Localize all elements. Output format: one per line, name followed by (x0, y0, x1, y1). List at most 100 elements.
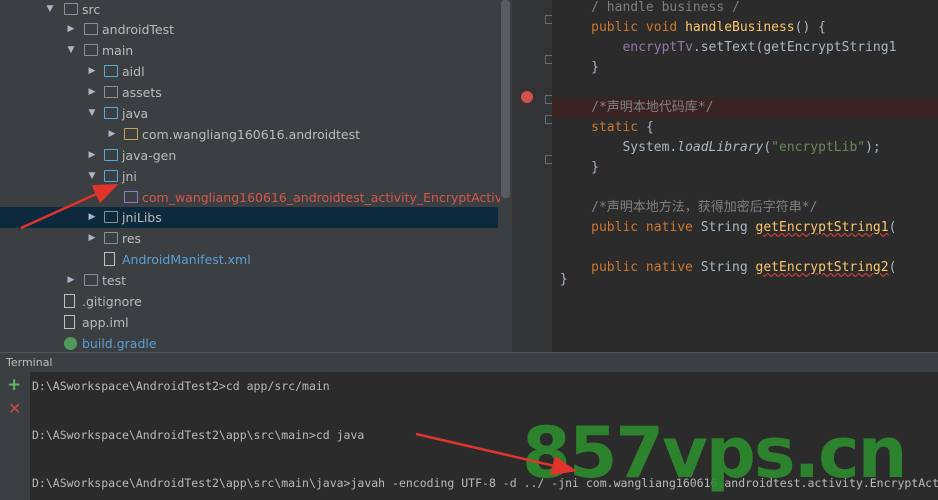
tree-item-label: app.iml (82, 315, 129, 330)
terminal-line: D:\ASworkspace\AndroidTest2\app\src\main… (32, 428, 365, 442)
tree-item[interactable]: ▶ androidTest (0, 19, 498, 40)
tree-item[interactable]: ▶ test (0, 270, 498, 291)
tree-item-label: aidl (122, 64, 145, 79)
code-line[interactable] (552, 178, 938, 198)
package-icon (124, 128, 138, 140)
code-token: } (591, 60, 599, 75)
code-line[interactable]: } (552, 58, 938, 78)
editor-gutter[interactable] (512, 0, 552, 352)
folder-icon (104, 149, 118, 161)
tree-item[interactable]: ▶ com.wangliang160616.androidtest (0, 124, 498, 145)
tree-item[interactable]: build.gradle (0, 333, 498, 352)
tree-item-label: java-gen (122, 148, 177, 163)
watermark: 857vps.cn (522, 412, 907, 494)
code-token: ); (865, 140, 881, 155)
folder-icon (104, 170, 118, 182)
code-token: static (591, 120, 646, 135)
close-session-icon[interactable]: ✕ (8, 401, 21, 417)
code-editor[interactable]: / handle business / public void handleBu… (552, 0, 938, 352)
collapse-arrow-icon[interactable]: ▶ (87, 207, 97, 228)
expand-arrow-icon[interactable]: ▼ (66, 40, 76, 61)
code-token: / handle business / (591, 0, 740, 15)
code-line[interactable]: encryptTv.setText(getEncryptString1 (552, 38, 938, 58)
code-line[interactable]: } (552, 158, 938, 178)
collapse-arrow-icon[interactable]: ▶ (87, 228, 97, 249)
new-session-icon[interactable]: + (7, 377, 21, 394)
code-token: loadLibrary (677, 140, 764, 155)
breakpoint-icon[interactable] (521, 91, 533, 103)
tree-item[interactable]: ▶ aidl (0, 61, 498, 82)
code-token: "encryptLib" (771, 140, 866, 155)
code-token: public native (591, 220, 701, 235)
collapse-arrow-icon[interactable]: ▶ (66, 19, 76, 40)
code-line[interactable]: /*声明本地代码库*/ (552, 98, 938, 118)
folder-icon (84, 44, 98, 56)
folder-icon (104, 107, 118, 119)
terminal-header: Terminal (0, 352, 938, 373)
folder-icon (84, 274, 98, 286)
code-token: public void (591, 20, 686, 35)
code-token: .setText(getEncryptString1 (692, 40, 897, 55)
tree-item-label: main (102, 43, 134, 58)
code-token: /*声明本地代码库*/ (591, 100, 714, 115)
code-line[interactable]: /*声明本地方法，获得加密后字符串*/ (552, 198, 938, 218)
expand-arrow-icon[interactable]: ▼ (45, 0, 55, 20)
folder-icon (64, 3, 78, 15)
collapse-arrow-icon[interactable]: ▶ (87, 61, 97, 82)
folder-icon (104, 211, 118, 223)
tree-item-label: jni (122, 169, 137, 184)
code-token: ( (763, 140, 772, 155)
code-line[interactable] (552, 78, 938, 98)
expand-arrow-icon[interactable]: ▼ (87, 166, 97, 187)
file-icon (64, 294, 75, 308)
tree-item[interactable]: ▶ assets (0, 82, 498, 103)
tree-item[interactable]: .gitignore (0, 291, 498, 312)
tree-item-label: src (82, 2, 101, 17)
folder-icon (104, 86, 118, 98)
tree-item-label: com_wangliang160616_androidtest_activity… (142, 190, 500, 205)
tree-item[interactable]: ▶ java-gen (0, 145, 498, 166)
code-line[interactable]: public native String getEncryptString1( (552, 218, 938, 238)
code-line[interactable]: } (552, 270, 938, 290)
code-line[interactable]: / handle business / (552, 0, 938, 18)
folder-icon (104, 232, 118, 244)
c-header-file-icon (124, 191, 138, 203)
tree-item-label: res (122, 231, 142, 246)
code-line[interactable]: static { (552, 118, 938, 138)
tree-item-label: androidTest (102, 22, 175, 37)
tree-item-label: assets (122, 85, 162, 100)
tree-item[interactable]: ▶ jniLibs (0, 207, 498, 228)
tree-item[interactable]: com_wangliang160616_androidtest_activity… (0, 187, 500, 208)
tree-item[interactable]: ▼ main (0, 40, 498, 61)
collapse-arrow-icon[interactable]: ▶ (66, 270, 76, 291)
code-line[interactable]: public void handleBusiness() { (552, 18, 938, 38)
code-line[interactable]: System.loadLibrary("encryptLib"); (552, 138, 938, 158)
project-tree-scroll-thumb[interactable] (501, 0, 510, 198)
collapse-arrow-icon[interactable]: ▶ (87, 145, 97, 166)
code-token: encryptTv (622, 40, 693, 55)
code-line[interactable] (552, 238, 938, 258)
collapse-arrow-icon[interactable]: ▶ (87, 82, 97, 103)
folder-icon (104, 65, 118, 77)
tree-item-label: test (102, 273, 127, 288)
tree-item[interactable]: app.iml (0, 312, 498, 333)
tree-item[interactable]: AndroidManifest.xml (0, 249, 498, 270)
tree-item[interactable]: ▼ jni (0, 166, 498, 187)
terminal-title: Terminal (6, 356, 53, 369)
tree-item[interactable]: ▼ java (0, 103, 498, 124)
tree-item[interactable]: ▶ res (0, 228, 498, 249)
code-token: () { (794, 20, 826, 35)
tree-item-label: .gitignore (82, 294, 142, 309)
collapse-arrow-icon[interactable]: ▶ (107, 124, 117, 145)
expand-arrow-icon[interactable]: ▼ (87, 103, 97, 124)
file-icon (64, 315, 75, 329)
tree-item-label: build.gradle (82, 336, 157, 351)
tree-item[interactable]: ▼ src (0, 0, 498, 20)
